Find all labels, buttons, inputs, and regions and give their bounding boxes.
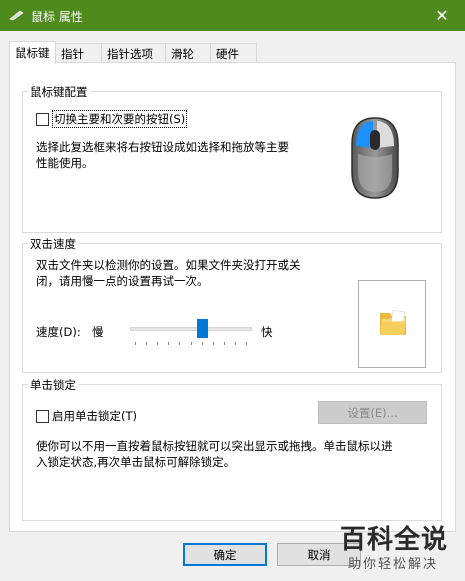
desc-line: 入锁定状态,再次单击鼠标可解除锁定。 — [36, 455, 236, 469]
slider-thumb[interactable] — [197, 319, 208, 338]
slider-tick — [168, 342, 169, 345]
window-title: 鼠标 属性 — [31, 10, 83, 24]
tab-label: 指针 — [61, 46, 84, 61]
desc-line: 双击文件夹以检测你的设置。如果文件夹没打开或关 — [36, 258, 301, 272]
tab-label: 滑轮 — [171, 46, 194, 61]
mouse-illustration-icon — [351, 117, 399, 199]
checkbox-box[interactable] — [36, 409, 49, 423]
tab-buttons[interactable]: 鼠标键 — [9, 41, 56, 64]
double-click-description: 双击文件夹以检测你的设置。如果文件夹没打开或关 闭，请用慢一点的设置再试一次。 — [36, 257, 301, 289]
title-bar: 鼠标 属性 ✕ — [0, 0, 465, 31]
slider-tick — [157, 342, 158, 345]
close-icon: ✕ — [435, 6, 449, 25]
switch-buttons-description: 选择此复选框来将右按钮设成如选择和拖放等主要 性能使用。 — [36, 139, 289, 171]
click-lock-settings-button[interactable]: 设置(E)... — [318, 401, 427, 424]
tab-wheel[interactable]: 滑轮 — [165, 43, 211, 63]
tab-label: 指针选项 — [107, 46, 153, 61]
speed-slider[interactable] — [130, 318, 254, 348]
slider-tick — [235, 342, 236, 345]
group-title: 双击速度 — [28, 236, 78, 252]
click-lock-checkbox[interactable]: 启用单击锁定(T) — [36, 408, 137, 424]
group-title: 单击锁定 — [28, 377, 78, 393]
tab-label: 硬件 — [216, 46, 239, 61]
click-lock-description: 使你可以不用一直按着鼠标按钮就可以突出显示或拖拽。单击鼠标以进 入锁定状态,再次… — [36, 438, 393, 470]
slider-tick — [202, 342, 203, 345]
watermark-title: 百科全说 — [340, 525, 449, 555]
ok-button[interactable]: 确定 — [183, 543, 267, 566]
click-lock-group: 单击锁定 启用单击锁定(T) 设置(E)... 使你可以不用一直按着鼠标按钮就可… — [22, 377, 442, 521]
tab-pointer-options[interactable]: 指针选项 — [101, 43, 166, 63]
mouse-app-icon — [9, 10, 24, 21]
button-config-group: 鼠标键配置 切换主要和次要的按钮(S) 选择此复选框来将右按钮设成如选择和拖放等… — [22, 84, 442, 233]
test-area[interactable] — [358, 280, 426, 368]
group-title: 鼠标键配置 — [28, 84, 90, 100]
watermark-subtitle: 助你轻松解决 — [348, 557, 439, 572]
tab-label: 鼠标键 — [15, 46, 50, 60]
slider-tick — [135, 342, 136, 345]
switch-buttons-checkbox[interactable]: 切换主要和次要的按钮(S) — [36, 110, 188, 128]
checkbox-box[interactable] — [36, 112, 49, 126]
slider-tick — [191, 342, 192, 345]
desc-line: 使你可以不用一直按着鼠标按钮就可以突出显示或拖拽。单击鼠标以进 — [36, 439, 393, 453]
desc-line: 闭，请用慢一点的设置再试一次。 — [36, 274, 209, 288]
tab-hardware[interactable]: 硬件 — [210, 43, 257, 63]
folder-icon[interactable] — [378, 309, 408, 337]
slider-tick — [179, 342, 180, 345]
slider-tick — [246, 342, 247, 345]
slider-tick — [213, 342, 214, 345]
slider-track[interactable] — [130, 327, 252, 331]
speed-label: 速度(D): — [36, 325, 81, 339]
tab-pointers[interactable]: 指针 — [55, 43, 102, 63]
slider-tick — [224, 342, 225, 345]
watermark-logo: 百科全说 助你轻松解决 — [340, 519, 458, 575]
close-button[interactable]: ✕ — [419, 0, 465, 31]
desc-line: 性能使用。 — [36, 156, 94, 170]
tab-panel: 鼠标键配置 切换主要和次要的按钮(S) 选择此复选框来将右按钮设成如选择和拖放等… — [9, 62, 456, 532]
slider-tick — [146, 342, 147, 345]
fast-label: 快 — [261, 325, 273, 339]
click-lock-label: 启用单击锁定(T) — [52, 409, 137, 423]
switch-buttons-label: 切换主要和次要的按钮(S) — [52, 110, 188, 128]
desc-line: 选择此复选框来将右按钮设成如选择和拖放等主要 — [36, 140, 289, 154]
slow-label: 慢 — [92, 325, 104, 339]
double-click-group: 双击速度 双击文件夹以检测你的设置。如果文件夹没打开或关 闭，请用慢一点的设置再… — [22, 236, 442, 373]
